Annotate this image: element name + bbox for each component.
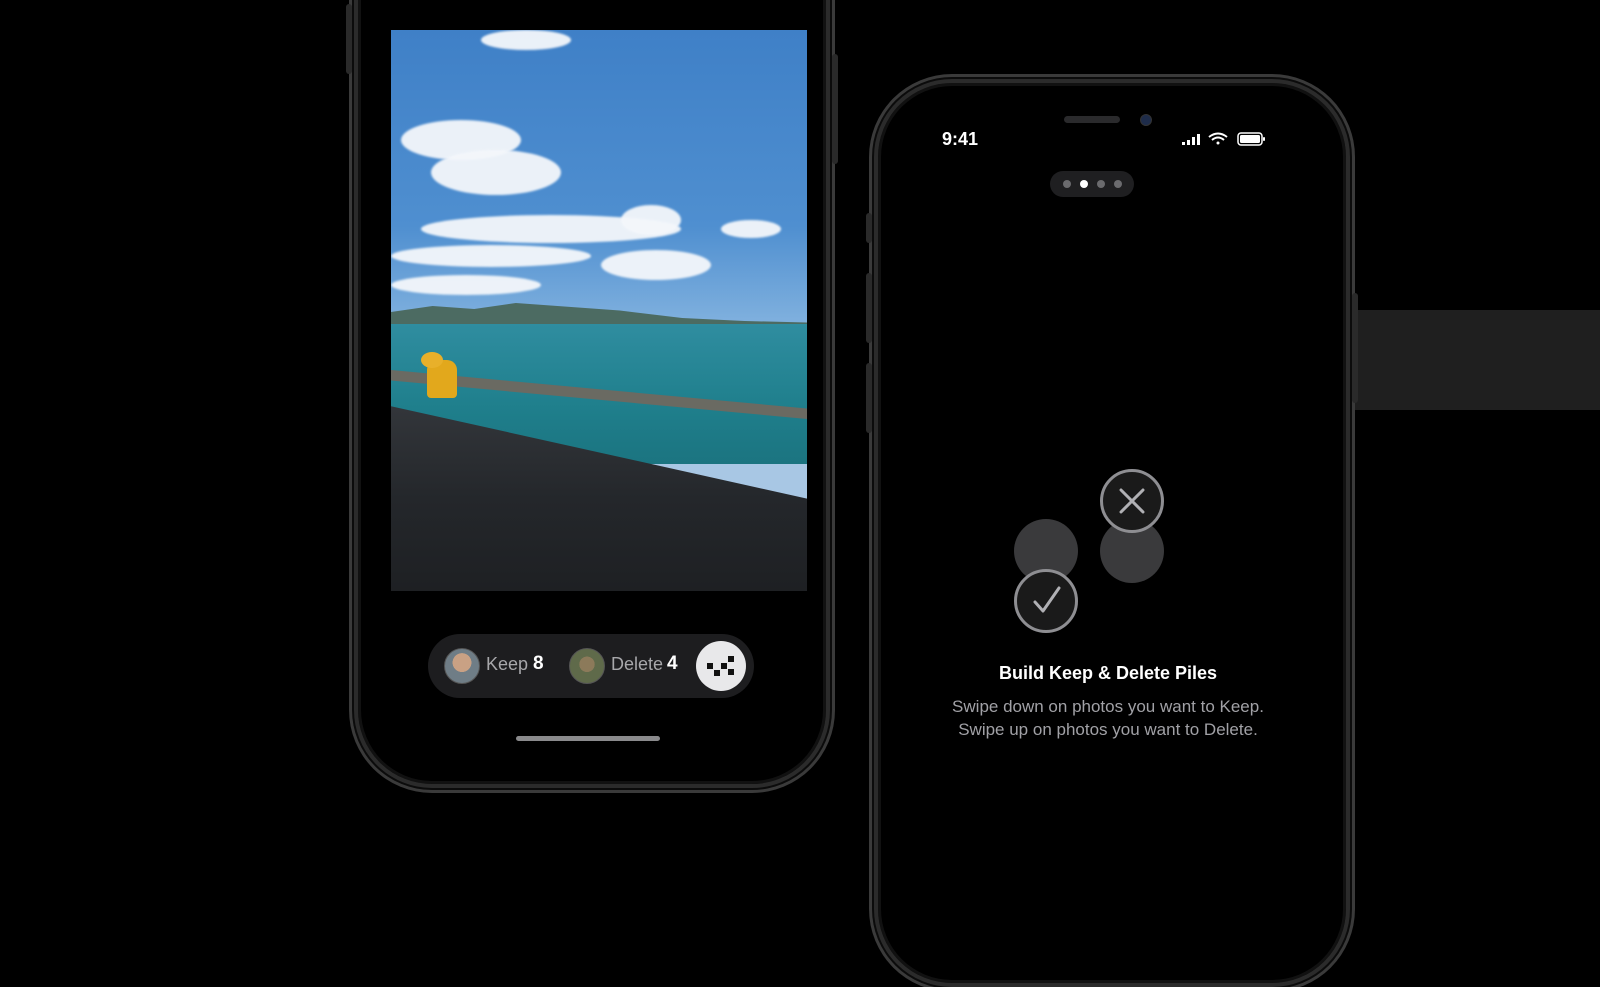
cellular-signal-icon xyxy=(1182,134,1200,145)
right-phone-frame: 9:41 Build Keep & Delete Piles Swipe dow… xyxy=(866,79,1358,987)
page-dot[interactable] xyxy=(1114,180,1122,188)
volume-button xyxy=(346,4,352,74)
delete-x-circle xyxy=(1100,469,1164,533)
background-slab xyxy=(1320,310,1600,410)
page-dot[interactable] xyxy=(1063,180,1071,188)
checkmark-icon xyxy=(1033,586,1061,613)
shuffle-button[interactable] xyxy=(696,641,746,691)
photo-card[interactable] xyxy=(391,30,807,591)
mute-switch xyxy=(866,213,872,243)
volume-down-button xyxy=(866,363,872,433)
power-button xyxy=(832,54,838,164)
wifi-icon xyxy=(1208,132,1228,145)
keep-count: 8 xyxy=(533,653,544,674)
pile-controls: Keep 8 Delete 4 xyxy=(428,634,754,698)
earpiece xyxy=(1064,116,1120,123)
delete-pile-thumbnail[interactable] xyxy=(569,648,605,684)
keep-check-circle xyxy=(1014,569,1078,633)
onboarding-description-line1: Swipe down on photos you want to Keep. xyxy=(952,697,1264,716)
close-icon xyxy=(1119,488,1145,514)
status-time: 9:41 xyxy=(942,129,979,149)
page-indicator[interactable] xyxy=(1050,171,1134,197)
delete-label: Delete xyxy=(611,654,664,674)
keep-pile-thumbnail[interactable] xyxy=(444,648,480,684)
keep-label: Keep xyxy=(486,654,529,674)
volume-up-button xyxy=(866,273,872,343)
onboarding-description-line2: Swipe up on photos you want to Delete. xyxy=(958,720,1258,739)
page-dot-active[interactable] xyxy=(1080,180,1088,188)
shuffle-icon xyxy=(707,656,734,676)
power-button xyxy=(1352,293,1358,403)
front-camera xyxy=(1140,114,1152,126)
home-indicator xyxy=(516,736,660,741)
battery-icon xyxy=(1237,132,1265,146)
page-dot[interactable] xyxy=(1097,180,1105,188)
status-icons xyxy=(1182,132,1265,146)
delete-count: 4 xyxy=(667,653,678,674)
left-phone-frame: Keep 8 Delete 4 xyxy=(346,0,838,788)
onboarding-title: Build Keep & Delete Piles xyxy=(998,663,1218,683)
